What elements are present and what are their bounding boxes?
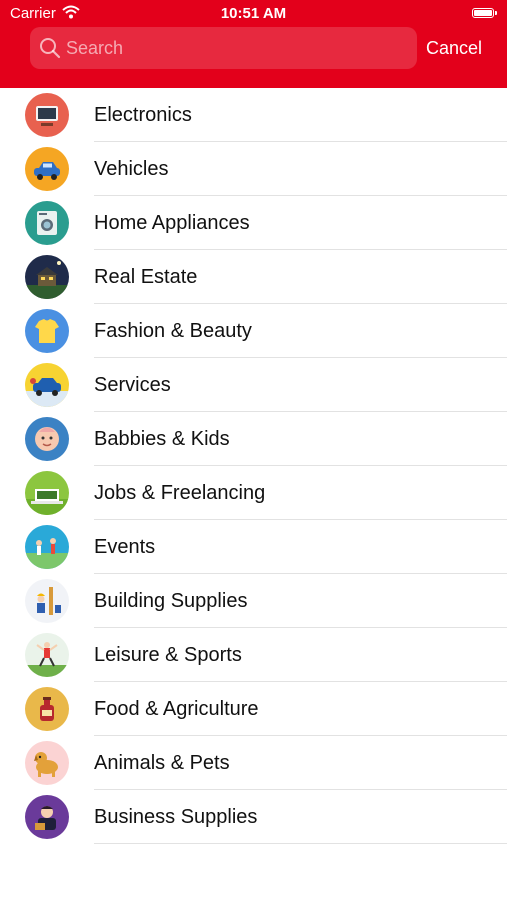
category-row[interactable]: Animals & Pets <box>0 736 507 790</box>
category-row[interactable]: Building Supplies <box>0 574 507 628</box>
tshirt-icon <box>25 309 69 353</box>
category-label: Food & Agriculture <box>94 698 259 720</box>
cancel-button[interactable]: Cancel <box>426 38 482 59</box>
category-label: Home Appliances <box>94 212 250 234</box>
washing-machine-icon <box>25 201 69 245</box>
category-label: Electronics <box>94 104 192 126</box>
category-label: Real Estate <box>94 266 198 288</box>
house-icon <box>25 255 69 299</box>
category-label: Leisure & Sports <box>94 644 242 666</box>
category-label: Vehicles <box>94 158 169 180</box>
tv-icon <box>25 93 69 137</box>
navigation-header: Carrier 10:51 AM Cancel <box>0 0 507 88</box>
food-icon <box>25 687 69 731</box>
clock-label: 10:51 AM <box>220 5 287 22</box>
category-label: Fashion & Beauty <box>94 320 252 342</box>
business-icon <box>25 795 69 839</box>
category-row[interactable]: Fashion & Beauty <box>0 304 507 358</box>
category-row[interactable]: Events <box>0 520 507 574</box>
baby-icon <box>25 417 69 461</box>
category-row[interactable]: Babbies & Kids <box>0 412 507 466</box>
category-label: Animals & Pets <box>94 752 230 774</box>
category-label: Building Supplies <box>94 590 248 612</box>
builder-icon <box>25 579 69 623</box>
category-row[interactable]: Real Estate <box>0 250 507 304</box>
people-icon <box>25 525 69 569</box>
search-icon <box>39 37 61 64</box>
category-label: Jobs & Freelancing <box>94 482 266 504</box>
category-row[interactable]: Food & Agriculture <box>0 682 507 736</box>
category-list: Electronics Vehicles Home Appliances Real E… <box>0 88 507 844</box>
category-row[interactable]: Business Supplies <box>0 790 507 844</box>
car-wash-icon <box>25 363 69 407</box>
category-row[interactable]: Services <box>0 358 507 412</box>
category-row[interactable]: Home Appliances <box>0 196 507 250</box>
category-row[interactable]: Electronics <box>0 88 507 142</box>
athlete-icon <box>25 633 69 677</box>
category-label: Business Supplies <box>94 806 258 828</box>
category-row[interactable]: Leisure & Sports <box>0 628 507 682</box>
category-row[interactable]: Vehicles <box>0 142 507 196</box>
workspace-icon <box>25 471 69 515</box>
category-label: Events <box>94 536 156 558</box>
row-divider <box>94 843 507 844</box>
category-label: Services <box>94 374 171 396</box>
search-bar[interactable] <box>30 27 417 69</box>
search-input[interactable] <box>66 27 406 69</box>
car-icon <box>25 147 69 191</box>
dog-icon <box>25 741 69 785</box>
battery-icon <box>472 8 497 18</box>
status-bar: Carrier 10:51 AM <box>0 0 507 26</box>
category-row[interactable]: Jobs & Freelancing <box>0 466 507 520</box>
category-label: Babbies & Kids <box>94 428 230 450</box>
